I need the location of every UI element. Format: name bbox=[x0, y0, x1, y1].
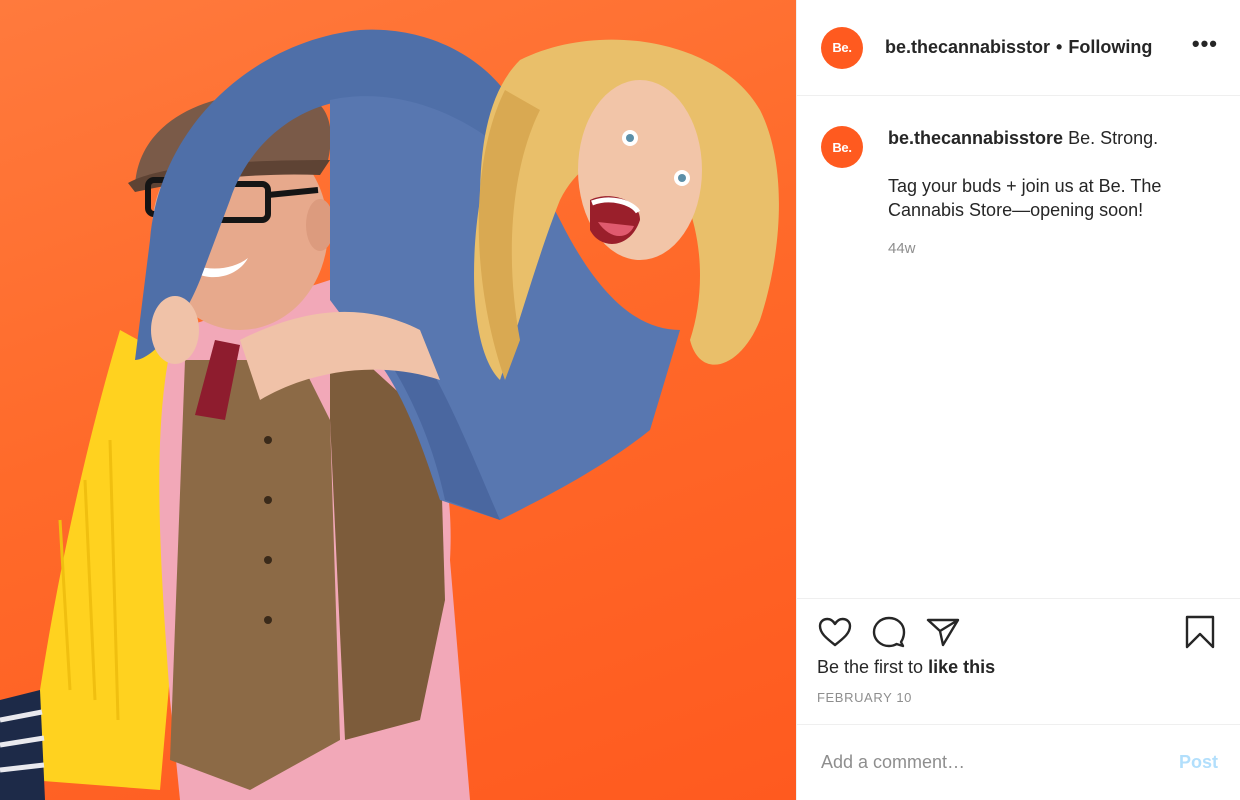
following-button[interactable]: Following bbox=[1068, 37, 1152, 58]
caption-author-avatar[interactable]: Be. bbox=[821, 126, 863, 168]
likes-summary: Be the first to like this bbox=[817, 657, 1218, 678]
comment-icon[interactable] bbox=[871, 615, 907, 649]
more-options-icon[interactable]: ••• bbox=[1192, 32, 1218, 63]
comment-input[interactable] bbox=[821, 752, 1179, 773]
post-actions: Be the first to like this FEBRUARY 10 bbox=[797, 598, 1240, 724]
post-date[interactable]: FEBRUARY 10 bbox=[817, 690, 1218, 705]
caption-gap bbox=[888, 150, 1216, 174]
post-photo-illustration bbox=[0, 29, 779, 800]
author-avatar[interactable]: Be. bbox=[821, 26, 863, 69]
post-comment-button[interactable]: Post bbox=[1179, 752, 1218, 773]
likes-prefix: Be the first to bbox=[817, 657, 929, 677]
post-details-panel: Be. be.thecannabisstor • Following ••• B… bbox=[796, 0, 1240, 800]
post-header: Be. be.thecannabisstor • Following ••• bbox=[797, 0, 1240, 96]
instagram-post-view: Be. be.thecannabisstor • Following ••• B… bbox=[0, 0, 1240, 800]
caption-username[interactable]: be.thecannabisstore bbox=[888, 128, 1063, 148]
action-icons-row bbox=[817, 615, 1218, 649]
comments-area: Be. be.thecannabisstore Be. Strong. Tag … bbox=[797, 96, 1240, 598]
like-this-link[interactable]: like this bbox=[928, 657, 995, 677]
caption-text-line2: Tag your buds + join us at Be. The Canna… bbox=[888, 176, 1162, 220]
caption: be.thecannabisstore Be. Strong. Tag your… bbox=[888, 126, 1216, 598]
caption-timestamp[interactable]: 44w bbox=[888, 237, 1216, 261]
heart-icon[interactable] bbox=[817, 615, 853, 649]
author-username[interactable]: be.thecannabisstor bbox=[885, 37, 1050, 58]
header-separator: • bbox=[1056, 37, 1063, 57]
share-icon[interactable] bbox=[925, 615, 961, 649]
post-photo[interactable] bbox=[0, 0, 796, 800]
bookmark-icon[interactable] bbox=[1182, 615, 1218, 649]
caption-line: be.thecannabisstore Be. Strong. bbox=[888, 126, 1216, 150]
caption-text-line1: Be. Strong. bbox=[1068, 128, 1159, 148]
add-comment-bar: Post bbox=[797, 724, 1240, 800]
